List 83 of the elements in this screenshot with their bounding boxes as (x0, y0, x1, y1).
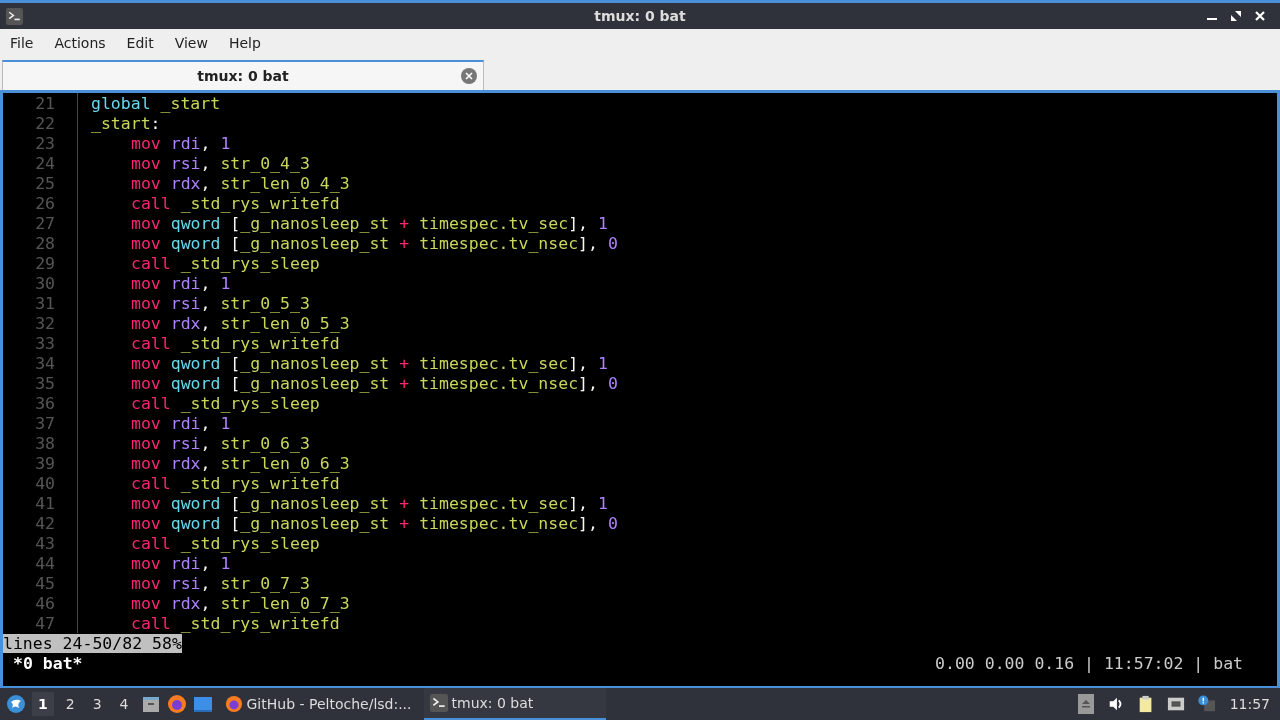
line-number: 30 (34, 273, 55, 293)
code-line: mov rsi, str_0_5_3 (131, 293, 310, 313)
maximize-icon[interactable] (1230, 10, 1242, 22)
code-line: global _start (91, 93, 221, 113)
line-number: 40 (34, 473, 55, 493)
close-tab-icon[interactable] (461, 68, 477, 84)
line-number: 34 (34, 353, 55, 373)
code-line: call _std_rys_writefd (131, 473, 340, 493)
tmux-status: 0.00 0.00 0.16 | 11:57:02 | bat (935, 653, 1243, 673)
code-line: call _std_rys_sleep (131, 393, 320, 413)
tab[interactable]: tmux: 0 bat (2, 60, 484, 90)
code-line: mov rdx, str_len_0_6_3 (131, 453, 350, 473)
close-icon[interactable] (1254, 10, 1266, 22)
line-number: 33 (34, 333, 55, 353)
line-number: 23 (34, 133, 55, 153)
menu-item[interactable]: Actions (54, 35, 106, 51)
code-line: mov rsi, str_0_7_3 (131, 573, 310, 593)
code-line: mov qword [_g_nanosleep_st + timespec.tv_nsec], 0 (131, 513, 618, 533)
menu-item[interactable]: Edit (126, 35, 154, 51)
browser-icon[interactable] (166, 694, 187, 714)
code-line: mov qword [_g_nanosleep_st + timespec.tv_sec], 1 (131, 493, 608, 513)
task-button[interactable]: GitHub - Peltoche/lsd:... (218, 689, 418, 719)
code-line: mov qword [_g_nanosleep_st + timespec.tv_sec], 1 (131, 213, 608, 233)
code-line: mov rdi, 1 (131, 553, 231, 573)
code-line: mov rdi, 1 (131, 133, 231, 153)
desktop-icon[interactable] (192, 694, 213, 714)
terminal-icon (429, 694, 448, 712)
workspace-button[interactable]: 4 (113, 692, 135, 716)
line-number: 37 (34, 413, 55, 433)
line-number: 35 (34, 373, 55, 393)
menu-item[interactable]: File (10, 35, 34, 51)
line-number: 25 (34, 173, 55, 193)
line-number: 39 (34, 453, 55, 473)
menu-item[interactable]: View (174, 35, 208, 51)
line-number: 36 (34, 393, 55, 413)
clock: 11:57 (1229, 696, 1270, 712)
tmux-window: *0 bat* (13, 653, 83, 673)
line-number: 31 (34, 293, 55, 313)
line-number: 45 (34, 573, 55, 593)
code-line: mov rdx, str_len_0_4_3 (131, 173, 350, 193)
menu-item[interactable]: Help (228, 35, 261, 51)
line-number: 44 (34, 553, 55, 573)
code-line: mov rdx, str_len_0_5_3 (131, 313, 350, 333)
line-number: 32 (34, 313, 55, 333)
code-line: call _std_rys_writefd (131, 613, 340, 633)
line-number: 29 (34, 253, 55, 273)
eject-icon[interactable] (1076, 694, 1095, 714)
pager-status: lines 24-50/82 58% (3, 633, 182, 653)
line-number: 43 (34, 533, 55, 553)
notification-icon[interactable] (1196, 694, 1215, 714)
line-number: 27 (34, 213, 55, 233)
line-number: 42 (34, 513, 55, 533)
browser-icon (224, 695, 243, 713)
workspace-button[interactable]: 2 (59, 692, 81, 716)
code-line: call _std_rys_sleep (131, 253, 320, 273)
workspace-button[interactable]: 3 (86, 692, 108, 716)
code-line: call _std_rys_writefd (131, 333, 340, 353)
code-line: mov qword [_g_nanosleep_st + timespec.tv_nsec], 0 (131, 373, 618, 393)
code-line: mov qword [_g_nanosleep_st + timespec.tv_sec], 1 (131, 353, 608, 373)
code-line: mov rdi, 1 (131, 413, 231, 433)
line-number: 38 (34, 433, 55, 453)
task-button[interactable]: tmux: 0 bat (423, 688, 606, 720)
code-line: mov qword [_g_nanosleep_st + timespec.tv_nsec], 0 (131, 233, 618, 253)
line-number: 46 (34, 593, 55, 613)
code-line: mov rsi, str_0_4_3 (131, 153, 310, 173)
line-number: 21 (34, 93, 55, 113)
code-line: _start: (91, 113, 161, 133)
terminal-icon (6, 7, 23, 25)
line-number: 47 (34, 613, 55, 633)
line-number: 24 (34, 153, 55, 173)
window-title: tmux: 0 bat (594, 8, 686, 24)
line-number: 26 (34, 193, 55, 213)
code-line: call _std_rys_sleep (131, 533, 320, 553)
code-line: call _std_rys_writefd (131, 193, 340, 213)
line-number: 41 (34, 493, 55, 513)
code-line: mov rdx, str_len_0_7_3 (131, 593, 350, 613)
file-manager-icon[interactable] (140, 694, 161, 714)
code-line: mov rsi, str_0_6_3 (131, 433, 310, 453)
line-number: 22 (34, 113, 55, 133)
workspace-button[interactable]: 1 (32, 692, 54, 716)
code-line: mov rdi, 1 (131, 273, 231, 293)
line-number: 28 (34, 233, 55, 253)
start-menu-icon[interactable] (6, 694, 26, 714)
